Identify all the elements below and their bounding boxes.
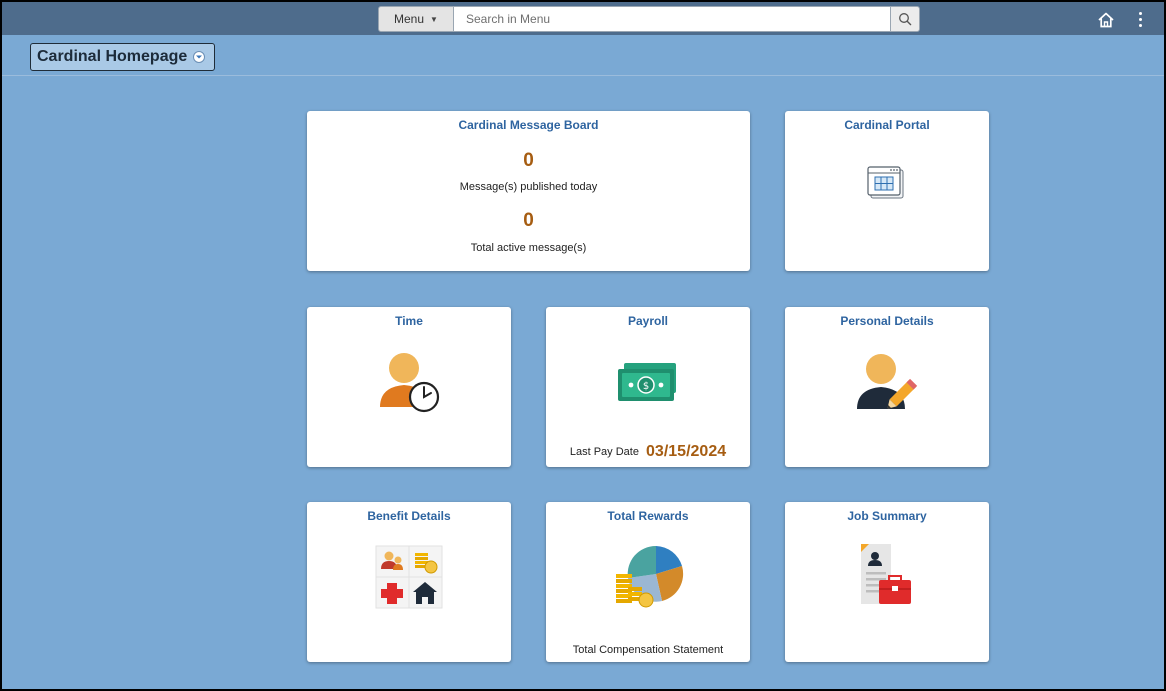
- actions-menu-button[interactable]: [1134, 9, 1146, 29]
- top-nav-bar: Menu ▼: [2, 2, 1164, 35]
- tile-title: Payroll: [627, 314, 669, 328]
- page-frame: Menu ▼ Cardinal Homepage: [2, 2, 1164, 689]
- last-pay-date-value: 03/15/2024: [646, 443, 727, 460]
- page-header: Cardinal Homepage: [2, 35, 1164, 76]
- pie-chart-coins-icon: [616, 545, 684, 608]
- messages-published-count: 0: [523, 150, 534, 171]
- benefits-grid-icon: [375, 545, 443, 609]
- chevron-down-icon: [193, 51, 206, 63]
- search-input[interactable]: [466, 12, 866, 26]
- portal-window-icon: [867, 166, 904, 199]
- tile-job-summary[interactable]: Job Summary: [785, 502, 989, 662]
- messages-active-count: 0: [523, 210, 534, 231]
- tile-title: Time: [395, 314, 423, 328]
- tile-cardinal-message-board[interactable]: Cardinal Message Board 0 Message(s) publ…: [307, 111, 750, 271]
- resume-briefcase-icon: [861, 544, 911, 604]
- person-clock-icon: [380, 353, 440, 413]
- tile-cardinal-portal[interactable]: Cardinal Portal: [785, 111, 989, 271]
- tile-personal-details[interactable]: Personal Details: [785, 307, 989, 467]
- search-icon: [899, 13, 912, 26]
- tile-title: Job Summary: [847, 509, 927, 523]
- actions-menu-icon: [1138, 11, 1142, 15]
- person-edit-icon: [857, 354, 918, 409]
- tile-title: Cardinal Message Board: [458, 118, 599, 132]
- menu-button-label: Menu: [394, 12, 425, 26]
- last-pay-date: Last Pay Date 03/15/2024: [546, 443, 750, 461]
- actions-menu-dot: [1138, 17, 1142, 21]
- homepage-selector[interactable]: Cardinal Homepage: [30, 43, 215, 71]
- tile-total-rewards[interactable]: Total Rewards Total Compensation Stateme…: [546, 502, 750, 662]
- svg-text:$: $: [643, 381, 649, 392]
- tile-title: Benefit Details: [367, 509, 451, 523]
- home-icon: [1098, 12, 1114, 28]
- money-bill-icon: $: [618, 363, 676, 401]
- tile-title: Cardinal Portal: [844, 118, 930, 132]
- messages-published-label: Message(s) published today: [459, 181, 598, 193]
- menu-button[interactable]: Menu ▼: [378, 6, 454, 32]
- tile-benefit-details[interactable]: Benefit Details: [307, 502, 511, 662]
- search-button[interactable]: [890, 6, 920, 32]
- tile-time[interactable]: Time: [307, 307, 511, 467]
- actions-menu-dot: [1138, 23, 1142, 27]
- total-compensation-statement-label: Total Compensation Statement: [572, 644, 724, 656]
- last-pay-date-label: Last Pay Date: [569, 446, 639, 458]
- tile-payroll[interactable]: Payroll $ Last Pay Date 03/15/2024: [546, 307, 750, 467]
- tile-title: Total Rewards: [607, 509, 689, 523]
- tile-title: Personal Details: [840, 314, 934, 328]
- caret-down-icon: ▼: [430, 14, 438, 24]
- homepage-title: Cardinal Homepage: [37, 48, 188, 65]
- messages-active-label: Total active message(s): [470, 242, 587, 254]
- search-field[interactable]: [453, 6, 891, 32]
- home-button[interactable]: [1096, 10, 1116, 30]
